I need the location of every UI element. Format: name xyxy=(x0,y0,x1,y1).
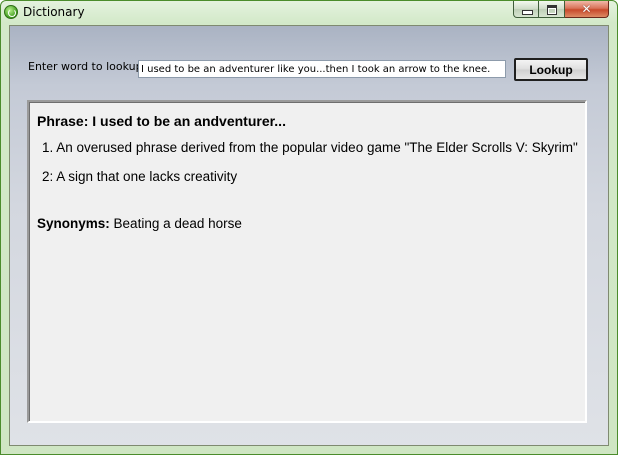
dictionary-window: Dictionary ✕ Enter word to lookup: Looku… xyxy=(0,0,618,455)
title-bar[interactable]: Dictionary ✕ xyxy=(1,1,617,25)
maximize-button[interactable] xyxy=(539,1,565,18)
definition-1: 1. An overused phrase derived from the p… xyxy=(42,140,578,155)
lookup-input[interactable] xyxy=(138,60,506,78)
synonyms-label: Synonyms: xyxy=(37,216,110,231)
close-button[interactable]: ✕ xyxy=(565,1,609,18)
window-title: Dictionary xyxy=(23,5,85,19)
lookup-button[interactable]: Lookup xyxy=(514,58,588,81)
caption-buttons: ✕ xyxy=(513,1,609,19)
lookup-label: Enter word to lookup: xyxy=(28,60,147,73)
dictionary-app-icon[interactable] xyxy=(4,5,18,19)
definition-2: 2: A sign that one lacks creativity xyxy=(42,169,238,184)
results-panel: Phrase: I used to be an andventurer... 1… xyxy=(27,100,587,423)
client-area: Enter word to lookup: Lookup Phrase: I u… xyxy=(9,25,609,446)
synonyms-line: Synonyms: Beating a dead horse xyxy=(37,216,242,231)
minimize-icon xyxy=(522,10,533,15)
minimize-button[interactable] xyxy=(513,1,539,18)
synonyms-value: Beating a dead horse xyxy=(113,216,242,231)
maximize-icon xyxy=(547,5,557,15)
phrase-title: Phrase: I used to be an andventurer... xyxy=(37,113,286,129)
close-icon: ✕ xyxy=(581,2,592,16)
